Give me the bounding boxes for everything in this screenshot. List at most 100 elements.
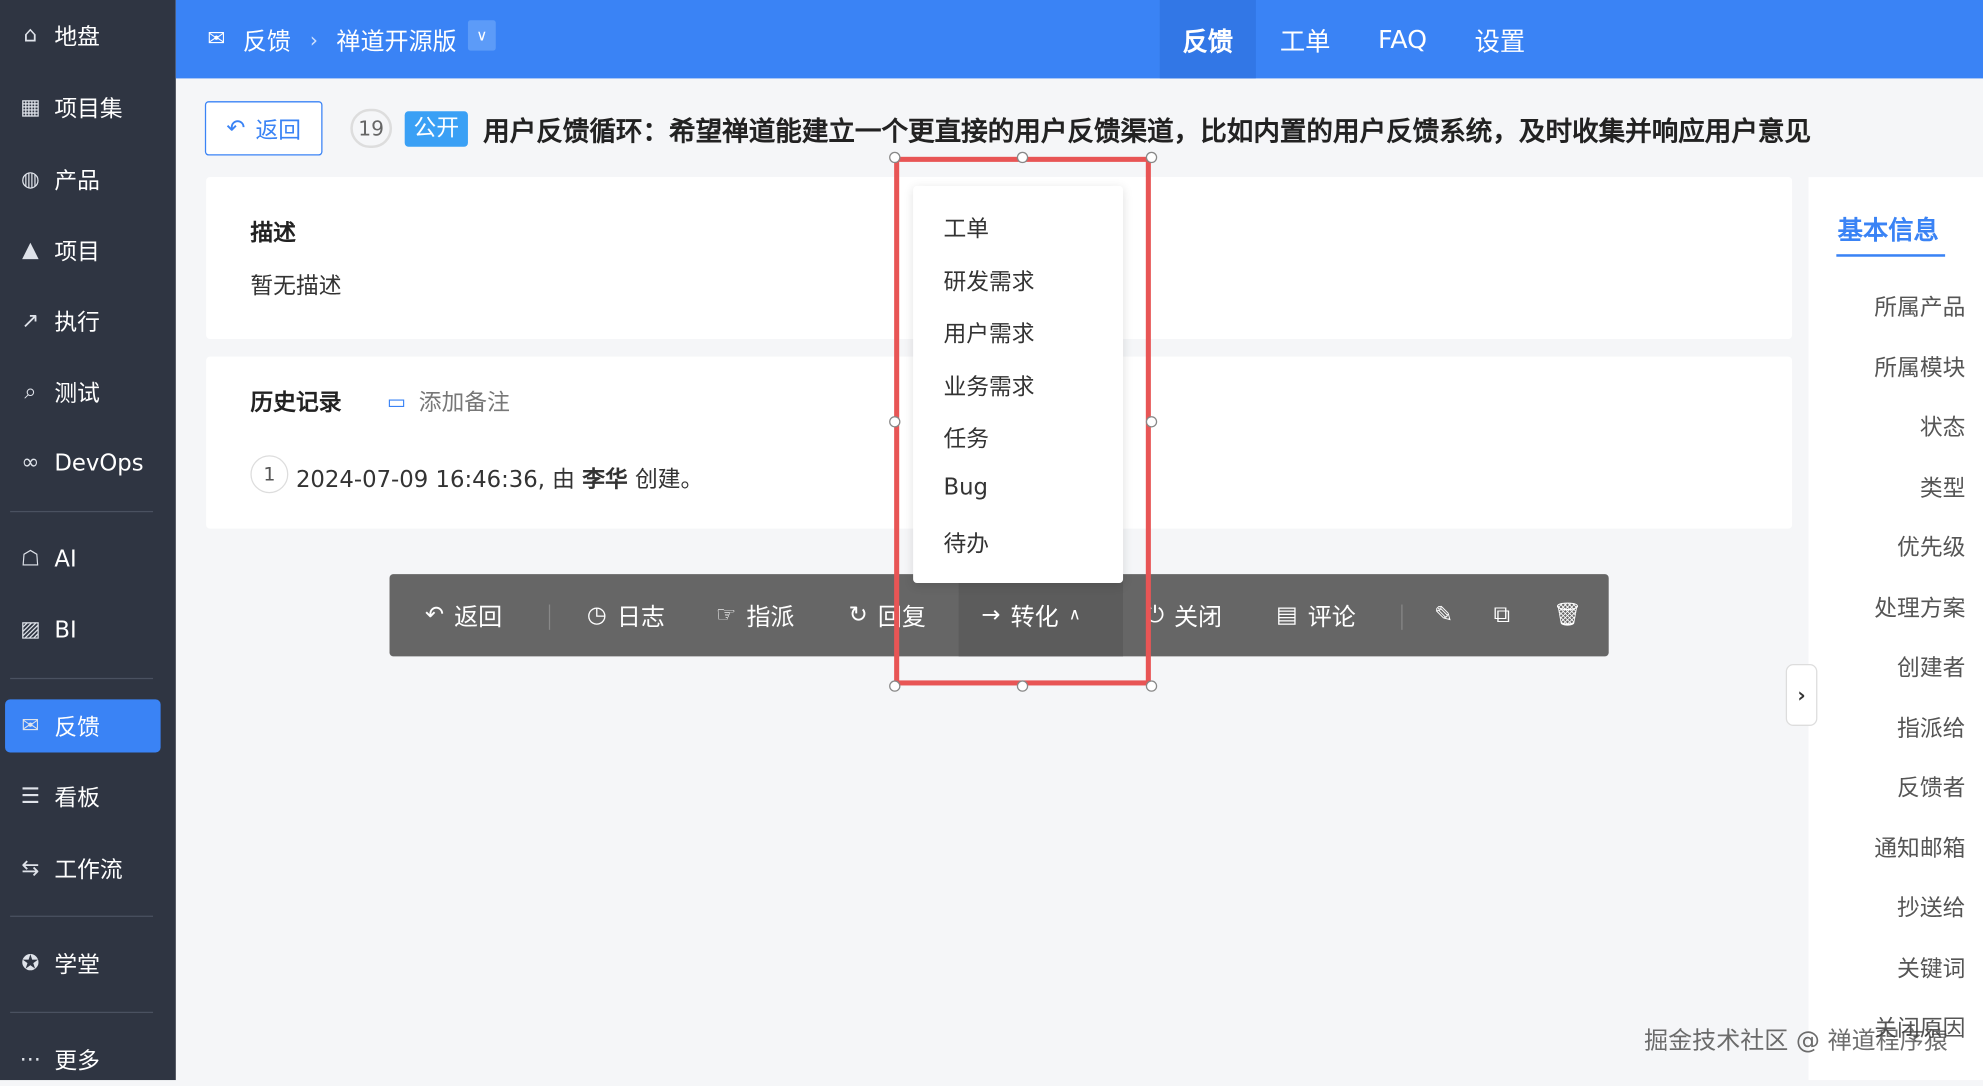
info-label: 关键词 xyxy=(1897,950,1965,983)
sidebar-item-1[interactable]: ▦项目集 xyxy=(5,81,161,134)
log-button[interactable]: ◷ 日志 xyxy=(587,574,665,656)
sidebar-item-label: 看板 xyxy=(54,780,100,813)
assign-button[interactable]: ☞指派 xyxy=(716,574,795,656)
breadcrumb-product[interactable]: 禅道开源版 xyxy=(336,0,456,78)
tab-settings[interactable]: 设置 xyxy=(1467,0,1533,78)
back-label: 返回 xyxy=(256,112,302,145)
info-label: 所属产品 xyxy=(1874,290,1965,323)
sidebar-item-5[interactable]: ⌕测试 xyxy=(5,365,161,418)
sidebar-item-label: 项目 xyxy=(54,234,100,267)
add-note-button[interactable]: ▭添加备注 xyxy=(387,384,510,417)
rocket-icon: ▲ xyxy=(16,236,44,264)
resize-handle[interactable] xyxy=(1146,416,1157,427)
edit-icon: ✎ xyxy=(1434,602,1453,629)
toolbar-divider xyxy=(1401,605,1402,630)
copy-button[interactable]: ⧉ xyxy=(1494,574,1520,656)
chevron-down-icon[interactable]: ∨ xyxy=(468,20,496,50)
sidebar-item-13[interactable]: ⋯更多 xyxy=(5,1033,161,1086)
close-button[interactable]: ⏻关闭 xyxy=(1146,574,1222,656)
sidebar-item-10[interactable]: ☰ 看板 xyxy=(5,770,161,823)
history-index: 1 xyxy=(250,455,288,493)
sidebar-item-6[interactable]: ∞ DevOps xyxy=(5,436,161,489)
toolbar-divider xyxy=(549,605,550,630)
back-arrow-icon: ↶ xyxy=(226,115,245,142)
collapse-panel-button[interactable]: › xyxy=(1786,664,1818,726)
info-label: 反馈者 xyxy=(1897,770,1965,803)
tab-ticket[interactable]: 工单 xyxy=(1272,0,1338,78)
resize-handle[interactable] xyxy=(1017,152,1028,163)
delete-button[interactable]: 🗑 xyxy=(1553,574,1592,656)
history-entry: 2024-07-09 16:46:36, 由 李华 创建。 xyxy=(296,462,703,495)
sidebar-item-4[interactable]: ↗执行 xyxy=(5,295,161,348)
info-label: 抄送给 xyxy=(1897,890,1965,923)
toolbar-back-button[interactable]: ↶返回 xyxy=(425,574,502,656)
run-icon: ↗ xyxy=(16,307,44,335)
header: ✉ 反馈 › 禅道开源版 ∨ 反馈 工单 FAQ 设置 xyxy=(176,0,1983,78)
workflow-icon: ⇆ xyxy=(16,855,44,883)
resize-handle[interactable] xyxy=(889,680,900,691)
resize-handle[interactable] xyxy=(889,152,900,163)
page-title: 用户反馈循环：希望禅道能建立一个更直接的用户反馈渠道，比如内置的用户反馈系统，及… xyxy=(483,111,1811,149)
school-icon: ✪ xyxy=(16,950,44,978)
sidebar-item-label: 地盘 xyxy=(54,19,100,52)
sidebar-item-0[interactable]: ⌂ 地盘 xyxy=(5,9,161,62)
resize-handle[interactable] xyxy=(1017,680,1028,691)
info-panel: 基本信息 所属产品所属模块状态类型优先级处理方案创建者指派给反馈者通知邮箱抄送给… xyxy=(1809,177,1983,1080)
kanban-icon: ☰ xyxy=(16,783,44,811)
tab-feedback[interactable]: 反馈 xyxy=(1160,0,1256,78)
feedback-icon: ✉ xyxy=(207,0,225,78)
sidebar-item-label: 测试 xyxy=(54,376,100,409)
history-action: 创建。 xyxy=(628,467,704,494)
tab-basic-info[interactable]: 基本信息 xyxy=(1838,210,1939,247)
robot-icon: ☖ xyxy=(16,545,44,573)
sidebar-item-9[interactable]: ✉ 反馈 xyxy=(5,699,161,752)
back-arrow-icon: ↶ xyxy=(425,602,444,629)
id-badge: 19 xyxy=(350,109,392,148)
sidebar-item-label: 更多 xyxy=(54,1043,100,1076)
back-button[interactable]: ↶ 返回 xyxy=(205,101,323,155)
watermark: 掘金技术社区 @ 禅道程序猿 xyxy=(1644,1022,1948,1056)
resize-handle[interactable] xyxy=(889,416,900,427)
home-icon: ⌂ xyxy=(16,21,44,49)
breadcrumb-feedback[interactable]: 反馈 xyxy=(243,0,291,78)
clock-icon: ◷ xyxy=(587,602,607,629)
refresh-icon: ↻ xyxy=(849,602,868,629)
sidebar-item-label: 产品 xyxy=(54,163,100,196)
sidebar-item-label: DevOps xyxy=(54,450,143,477)
sidebar-item-2[interactable]: ◍产品 xyxy=(5,153,161,206)
sidebar-item-label: 反馈 xyxy=(54,709,100,742)
sidebar-item-3[interactable]: ▲ 项目 xyxy=(5,224,161,277)
info-label: 所属模块 xyxy=(1874,350,1965,383)
public-tag: 公开 xyxy=(405,111,468,146)
label: 日志 xyxy=(617,598,665,632)
info-label: 状态 xyxy=(1920,410,1966,443)
trash-icon: 🗑 xyxy=(1553,602,1582,629)
resize-handle[interactable] xyxy=(1146,152,1157,163)
info-label: 创建者 xyxy=(1897,650,1965,683)
sidebar-divider xyxy=(10,916,153,917)
history-time: 2024-07-09 16:46:36, 由 xyxy=(296,467,582,494)
sidebar-divider xyxy=(10,678,153,679)
resize-handle[interactable] xyxy=(1146,680,1157,691)
tab-faq[interactable]: FAQ xyxy=(1370,0,1436,78)
edit-button[interactable]: ✎ xyxy=(1434,574,1463,656)
sidebar-item-7[interactable]: ☖ AI xyxy=(5,532,161,585)
info-label: 类型 xyxy=(1920,470,1966,503)
comment-button[interactable]: ▤评论 xyxy=(1276,574,1356,656)
sidebar: ⌂ 地盘 ▦项目集 ◍产品 ▲ 项目 ↗执行 ⌕测试 ∞ DevOps ☖ AI ▨BI ✉ 反馈 ☰ 看板 ⇆工… xyxy=(0,0,176,1080)
sidebar-item-12[interactable]: ✪ 学堂 xyxy=(5,937,161,990)
sidebar-item-label: AI xyxy=(54,546,76,573)
infinity-icon: ∞ xyxy=(16,449,44,477)
hand-icon: ☞ xyxy=(716,602,736,629)
sidebar-item-8[interactable]: ▨BI xyxy=(5,603,161,656)
sidebar-item-label: BI xyxy=(54,617,76,644)
grid-icon: ▦ xyxy=(16,94,44,122)
sidebar-item-label: 学堂 xyxy=(54,947,100,980)
feedback-icon: ✉ xyxy=(16,712,44,740)
description-text: 暂无描述 xyxy=(250,268,341,301)
label: 评论 xyxy=(1308,598,1356,632)
sidebar-item-11[interactable]: ⇆工作流 xyxy=(5,842,161,895)
sidebar-divider xyxy=(10,511,153,512)
history-user[interactable]: 李华 xyxy=(582,467,628,494)
info-label: 处理方案 xyxy=(1874,590,1965,623)
